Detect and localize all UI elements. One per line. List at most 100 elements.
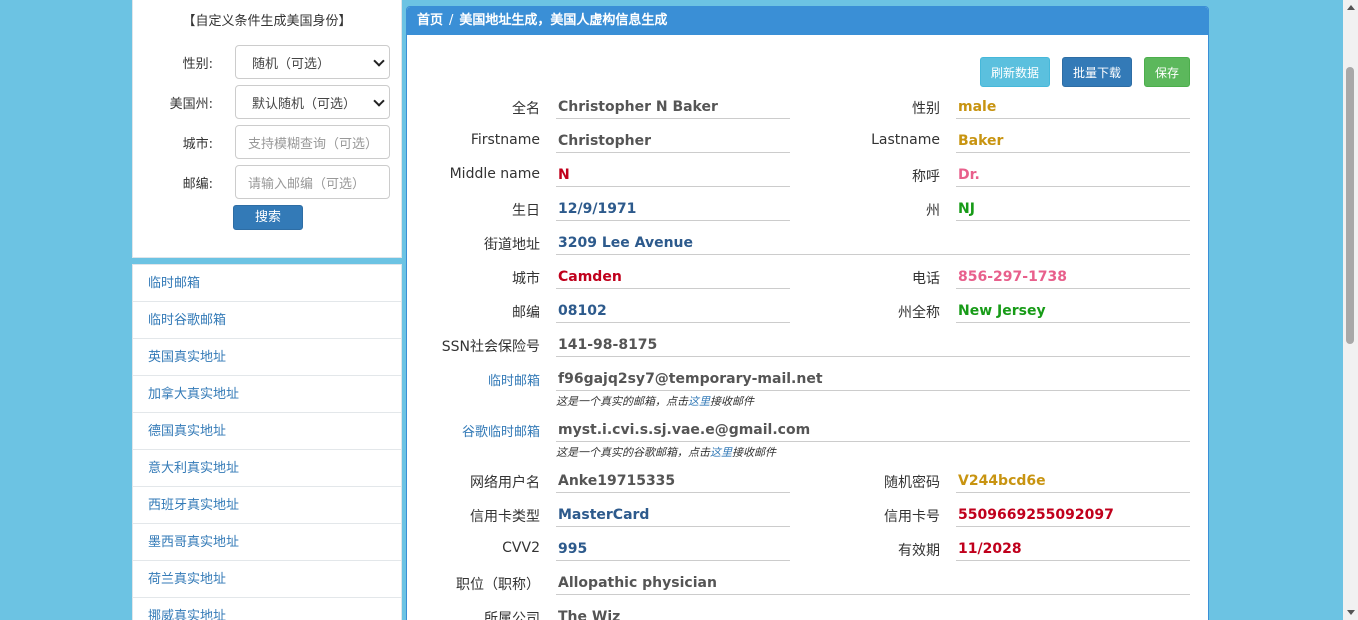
state-value: NJ: [956, 199, 1190, 221]
nav-item-italy-address[interactable]: 意大利真实地址: [133, 450, 401, 487]
scroll-up-arrow-icon[interactable]: [1347, 5, 1355, 10]
zip-input[interactable]: 请输入邮编（可选）: [235, 165, 390, 199]
gmail-inbox-link[interactable]: 这里: [710, 446, 732, 459]
username-label: 网络用户名: [470, 475, 540, 491]
gender-select-value: 随机（可选）: [252, 56, 331, 72]
main-panel: 首页 / 美国地址生成，美国人虚构信息生成 刷新数据 批量下载 保存 全名 Chri…: [406, 6, 1209, 620]
gender-select[interactable]: 随机（可选）: [235, 45, 390, 79]
page-scrollbar[interactable]: [1343, 0, 1358, 620]
middlename-label: Middle name: [449, 166, 540, 182]
cvv-label: CVV2: [502, 540, 540, 556]
zip-value: 08102: [556, 301, 790, 323]
card-type-value: MasterCard: [556, 505, 790, 527]
gmail-label[interactable]: 谷歌临时邮箱: [437, 421, 540, 440]
city-row: 城市: 支持模糊查询（可选）: [133, 125, 401, 159]
gender-field-label: 性别: [912, 101, 940, 117]
chevron-down-icon: [373, 55, 385, 67]
search-panel-title: 【自定义条件生成美国身份】: [182, 14, 352, 29]
chevron-down-icon: [373, 95, 385, 107]
gmail-note: 这是一个真实的谷歌邮箱，点击这里接收邮件: [556, 444, 776, 460]
password-label: 随机密码: [884, 475, 940, 491]
scrollbar-thumb[interactable]: [1346, 67, 1354, 344]
username-value: Anke19715335: [556, 471, 790, 493]
firstname-value: Christopher: [556, 131, 790, 153]
city-field-label: 城市: [512, 271, 540, 287]
temp-email-inbox-link[interactable]: 这里: [688, 395, 710, 408]
nav-item-temp-email[interactable]: 临时邮箱: [133, 265, 401, 302]
zip-label: 邮编:: [182, 176, 213, 192]
expiry-value: 11/2028: [956, 539, 1190, 561]
search-button[interactable]: 搜索: [233, 205, 303, 230]
batch-download-button[interactable]: 批量下载: [1061, 57, 1132, 87]
state-field-label: 州: [926, 203, 940, 219]
state-select-value: 默认随机（可选）: [252, 96, 357, 112]
sidebar: 【自定义条件生成美国身份】 性别: 随机（可选） 美国州: 默认随机（可选） 城…: [132, 0, 402, 620]
city-input[interactable]: 支持模糊查询（可选）: [235, 125, 390, 159]
fullname-value: Christopher N Baker: [556, 97, 790, 119]
state-full-value: New Jersey: [956, 301, 1190, 323]
card-number-value: 5509669255092097: [956, 505, 1190, 527]
firstname-label: Firstname: [470, 132, 540, 148]
breadcrumb-home[interactable]: 首页: [417, 13, 443, 28]
city-label: 城市:: [182, 136, 213, 152]
expiry-label: 有效期: [898, 543, 940, 559]
gmail-note-post: 接收邮件: [732, 446, 776, 459]
state-full-label: 州全称: [898, 305, 940, 321]
lastname-label: Lastname: [871, 132, 940, 148]
phone-value: 856-297-1738: [956, 267, 1190, 289]
birthday-label: 生日: [512, 203, 540, 219]
occupation-label: 职位（职称）: [456, 577, 540, 593]
title-value: Dr.: [956, 165, 1190, 187]
ssn-value: 141-98-8175: [556, 335, 1190, 357]
password-value: V244bcd6e: [956, 471, 1190, 493]
gender-value: male: [956, 97, 1190, 119]
street-value: 3209 Lee Avenue: [556, 233, 1190, 255]
city-value: Camden: [556, 267, 790, 289]
temp-email-value: f96gajq2sy7@temporary-mail.net: [556, 369, 1190, 391]
company-label: 所属公司: [484, 611, 540, 620]
nav-item-canada-address[interactable]: 加拿大真实地址: [133, 376, 401, 413]
card-type-label: 信用卡类型: [470, 509, 540, 525]
title-label: 称呼: [912, 169, 940, 185]
fullname-label: 全名: [512, 101, 540, 117]
temp-email-note-pre: 这是一个真实的邮箱，点击: [556, 395, 688, 408]
gender-label: 性别:: [182, 56, 213, 72]
nav-item-mexico-address[interactable]: 墨西哥真实地址: [133, 524, 401, 561]
refresh-button[interactable]: 刷新数据: [979, 57, 1050, 87]
temp-email-label[interactable]: 临时邮箱: [437, 370, 540, 389]
street-label: 街道地址: [484, 237, 540, 253]
zip-row: 邮编: 请输入邮编（可选）: [133, 165, 401, 199]
state-select[interactable]: 默认随机（可选）: [235, 85, 390, 119]
occupation-value: Allopathic physician: [556, 573, 1190, 595]
page-title: 美国地址生成，美国人虚构信息生成: [459, 13, 668, 28]
nav-item-temp-gmail[interactable]: 临时谷歌邮箱: [133, 302, 401, 339]
nav-item-norway-address[interactable]: 挪威真实地址: [133, 598, 401, 620]
nav-list: 临时邮箱 临时谷歌邮箱 英国真实地址 加拿大真实地址 德国真实地址 意大利真实地…: [132, 264, 402, 620]
phone-label: 电话: [912, 271, 940, 287]
cvv-value: 995: [556, 539, 790, 561]
state-label: 美国州:: [169, 96, 213, 112]
card-number-label: 信用卡号: [884, 509, 940, 525]
zip-field-label: 邮编: [512, 305, 540, 321]
gmail-note-pre: 这是一个真实的谷歌邮箱，点击: [556, 446, 710, 459]
middlename-value: N: [556, 165, 790, 187]
breadcrumb-separator: /: [449, 13, 454, 28]
temp-email-note-post: 接收邮件: [710, 395, 754, 408]
state-row: 美国州: 默认随机（可选）: [133, 85, 401, 119]
save-button[interactable]: 保存: [1143, 57, 1190, 87]
company-value: The Wiz: [556, 607, 1190, 620]
action-buttons: 刷新数据 批量下载 保存: [979, 57, 1190, 87]
nav-item-uk-address[interactable]: 英国真实地址: [133, 339, 401, 376]
gender-row: 性别: 随机（可选）: [133, 45, 401, 79]
temp-email-note: 这是一个真实的邮箱，点击这里接收邮件: [556, 393, 754, 409]
ssn-label: SSN社会保险号: [441, 339, 540, 355]
gmail-value: myst.i.cvi.s.sj.vae.e@gmail.com: [556, 420, 1190, 442]
nav-item-spain-address[interactable]: 西班牙真实地址: [133, 487, 401, 524]
search-panel: 【自定义条件生成美国身份】 性别: 随机（可选） 美国州: 默认随机（可选） 城…: [132, 0, 402, 258]
birthday-value: 12/9/1971: [556, 199, 790, 221]
nav-item-germany-address[interactable]: 德国真实地址: [133, 413, 401, 450]
breadcrumb: 首页 / 美国地址生成，美国人虚构信息生成: [407, 7, 1208, 35]
scroll-down-arrow-icon[interactable]: [1347, 610, 1355, 615]
nav-item-netherlands-address[interactable]: 荷兰真实地址: [133, 561, 401, 598]
lastname-value: Baker: [956, 131, 1190, 153]
